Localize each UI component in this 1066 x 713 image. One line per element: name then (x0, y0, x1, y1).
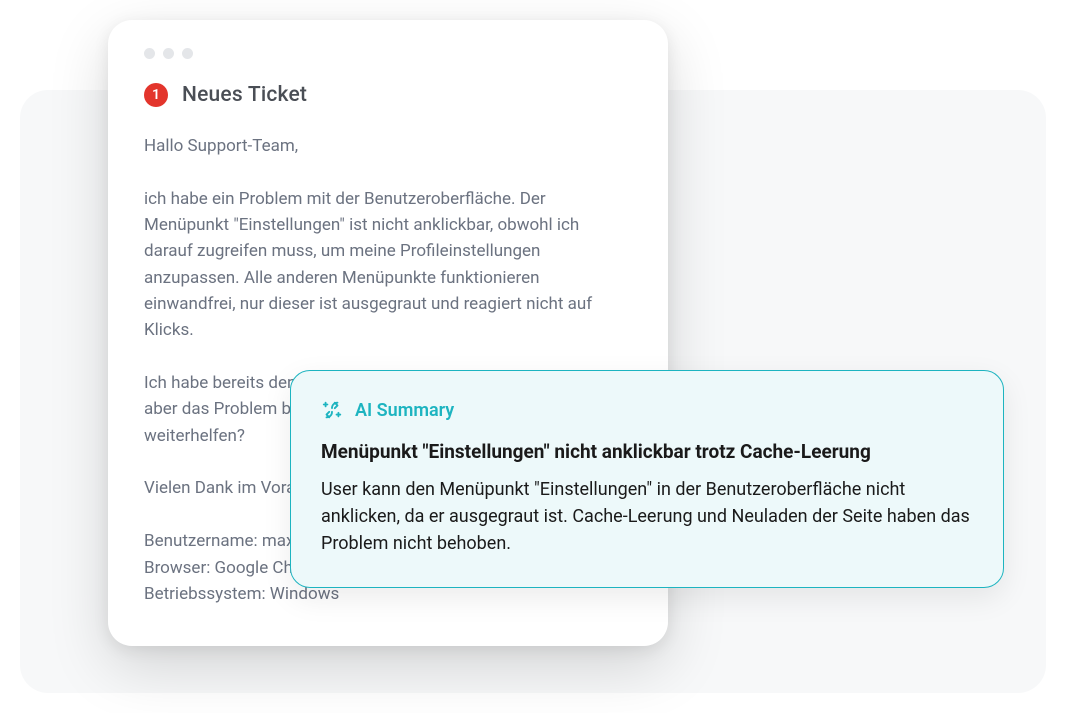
window-controls (144, 48, 632, 59)
ai-summary-title: Menüpunkt "Einstellungen" nicht anklickb… (321, 439, 973, 466)
window-dot-minimize[interactable] (163, 48, 174, 59)
ticket-number-badge: 1 (144, 83, 168, 107)
ai-summary-header: AI Summary (321, 399, 973, 421)
sparkle-refresh-icon (321, 399, 343, 421)
window-dot-maximize[interactable] (182, 48, 193, 59)
ticket-header: 1 Neues Ticket (144, 83, 632, 107)
ai-summary-card: AI Summary Menüpunkt "Einstellungen" nic… (290, 370, 1004, 588)
ai-summary-text: User kann den Menüpunkt "Einstellungen" … (321, 476, 973, 557)
ai-summary-label: AI Summary (355, 400, 454, 421)
window-dot-close[interactable] (144, 48, 155, 59)
ticket-title: Neues Ticket (182, 83, 307, 107)
